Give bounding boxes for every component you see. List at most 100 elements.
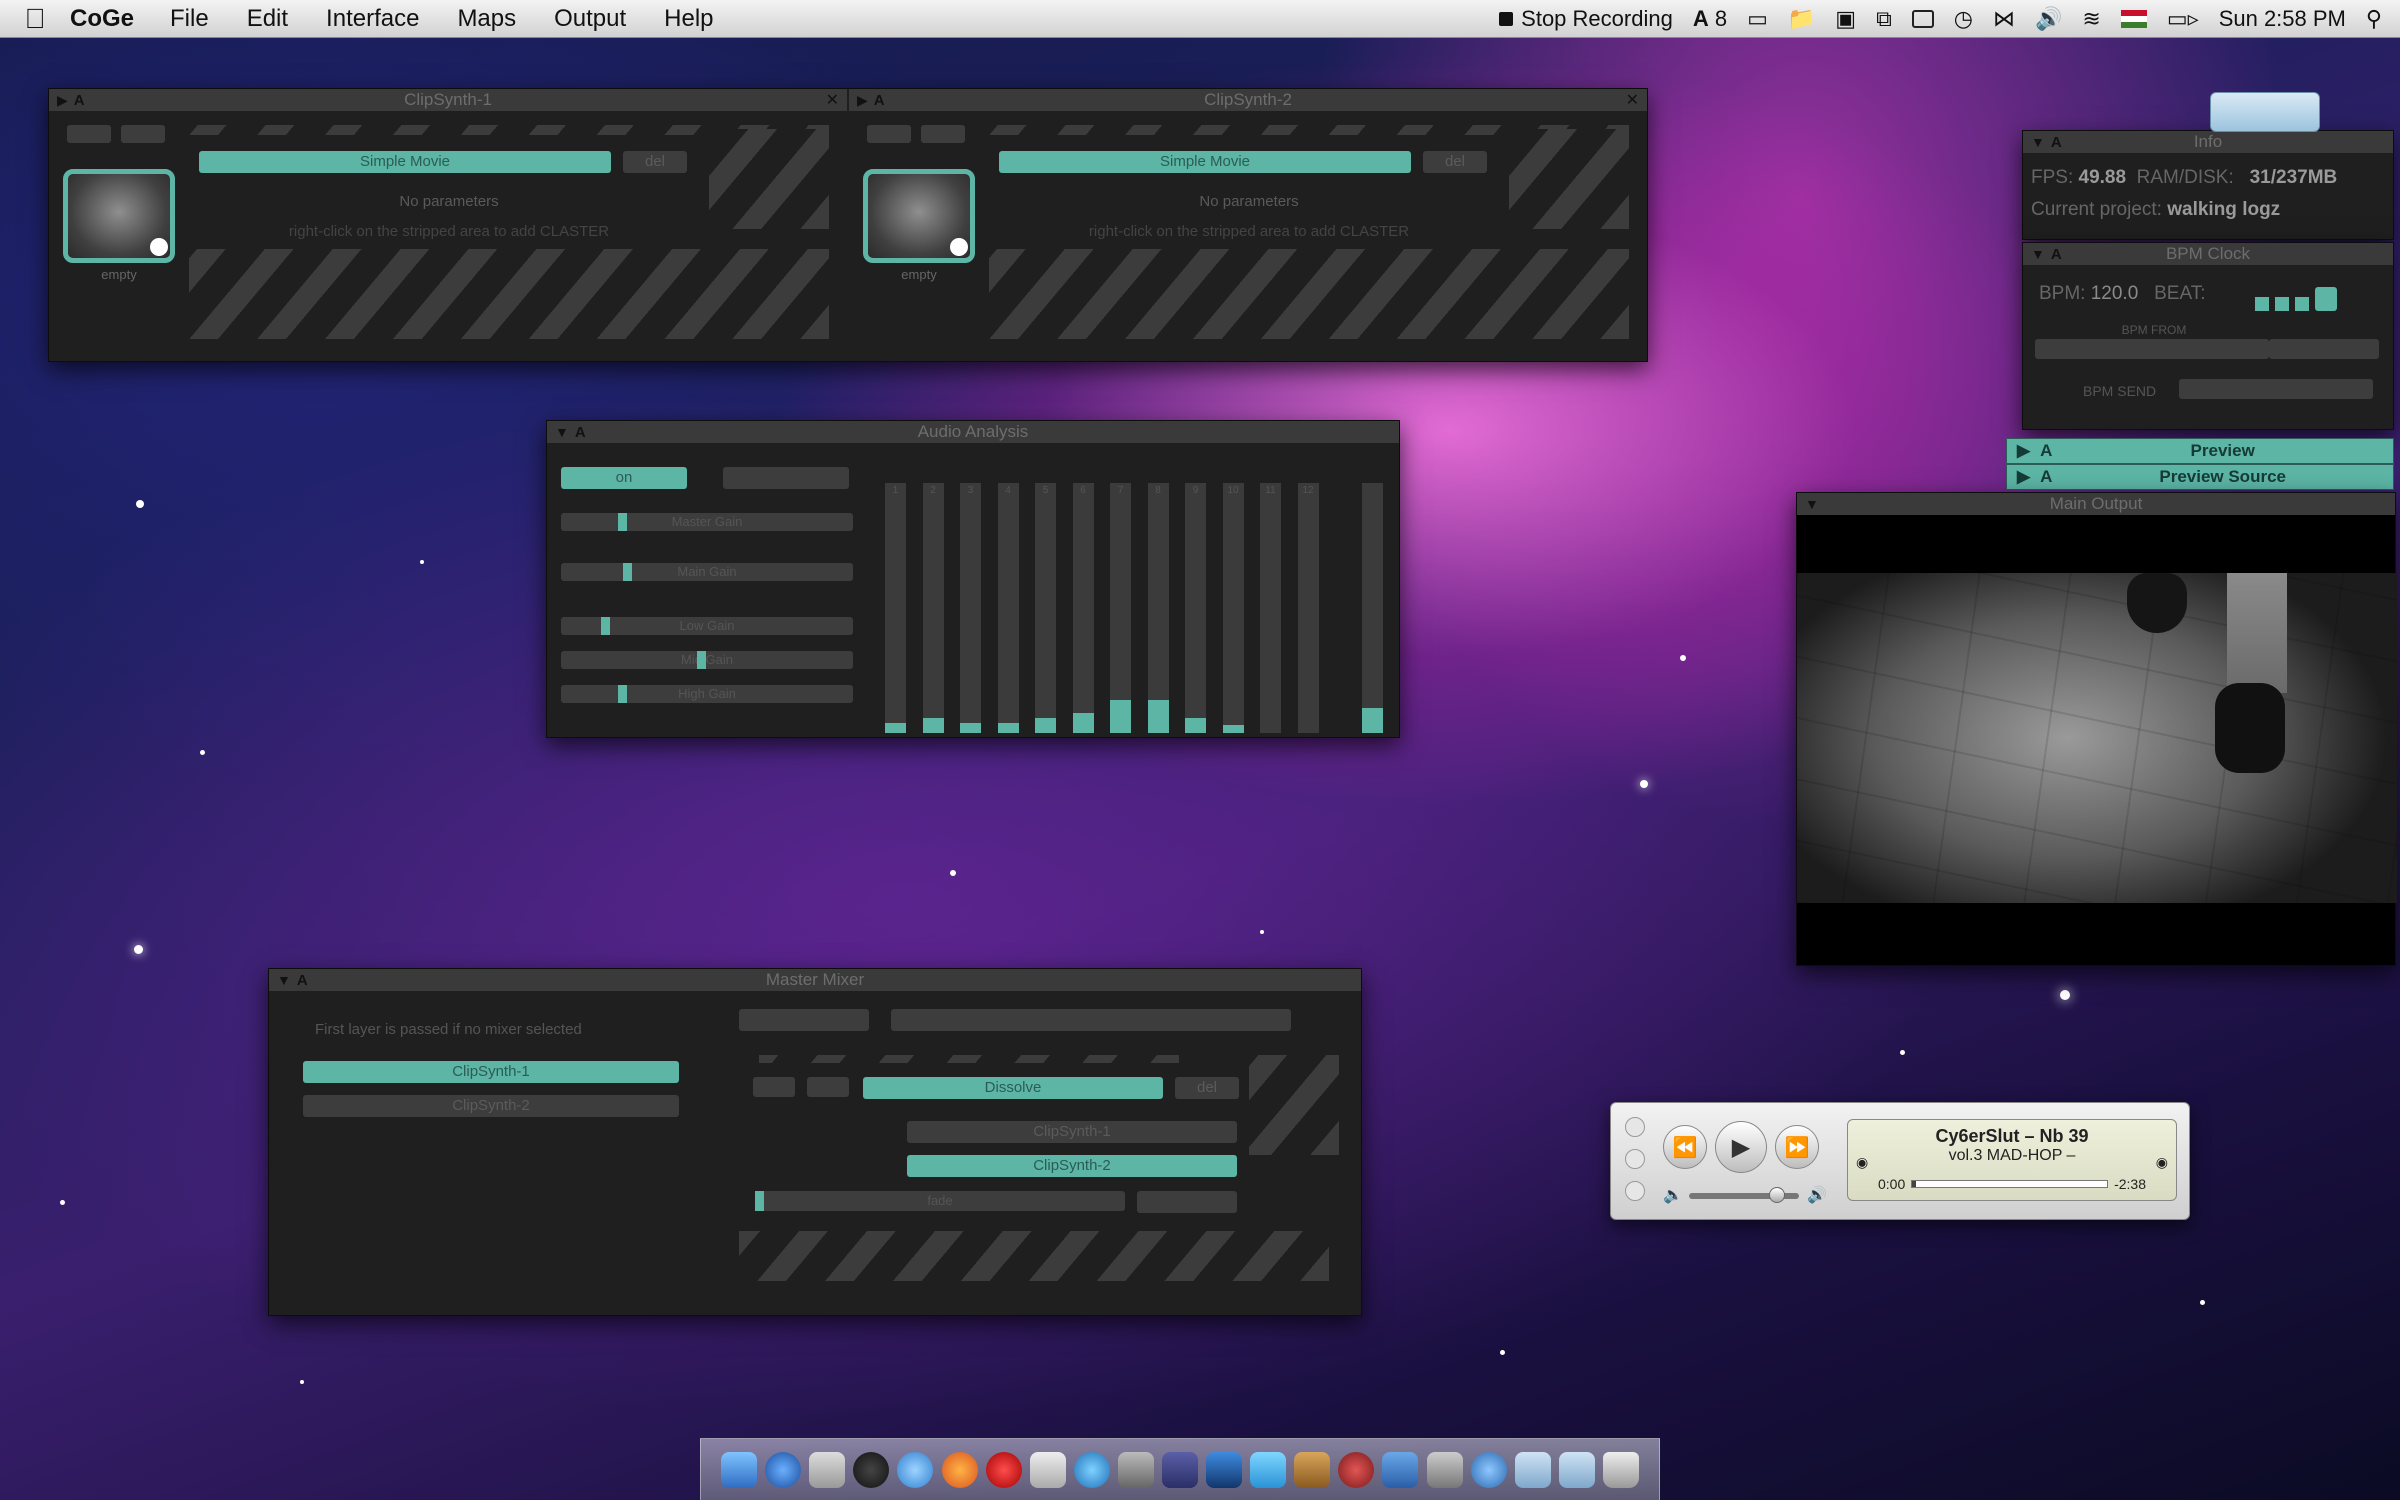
volume-icon[interactable]: 🔊 <box>2035 6 2062 32</box>
expand-arrow-icon[interactable]: ▶ <box>2017 467 2030 487</box>
gain-slider[interactable]: Main Gain <box>561 563 853 581</box>
clipsynth-1-thumbnail[interactable] <box>63 169 175 263</box>
band-bar[interactable]: 2 <box>922 483 944 733</box>
opera-icon[interactable] <box>985 1451 1022 1488</box>
band-bar[interactable]: 8 <box>1147 483 1169 733</box>
finder-icon[interactable] <box>721 1451 758 1488</box>
mixer-delete-button[interactable]: del <box>1175 1077 1239 1099</box>
mixer-layer-a-select[interactable]: ClipSynth-1 <box>907 1121 1237 1143</box>
adobe-menu-item[interactable]: A 8 <box>1693 6 1727 32</box>
audio-on-toggle[interactable]: on <box>561 467 687 489</box>
clipsynth-2-prev-button[interactable] <box>867 125 911 143</box>
mixer-mode-select[interactable] <box>891 1009 1291 1031</box>
bpm-tap-button[interactable] <box>2269 339 2379 359</box>
xcode-icon[interactable] <box>1382 1451 1419 1488</box>
after-effects-icon[interactable] <box>1161 1451 1198 1488</box>
band-bar[interactable]: 9 <box>1185 483 1206 733</box>
time-machine-icon[interactable]: ◷ <box>1954 6 1973 32</box>
menu-interface[interactable]: Interface <box>326 5 419 33</box>
quicktime-icon[interactable] <box>1470 1451 1507 1488</box>
bluetooth-icon[interactable]: ⋈ <box>1993 6 2015 32</box>
clipsynth-1-side-strip[interactable] <box>709 129 829 229</box>
photoshop-icon[interactable] <box>1206 1451 1243 1488</box>
twitter-icon[interactable] <box>1250 1451 1287 1488</box>
mixer-fade-slider[interactable]: fade <box>755 1191 1125 1211</box>
collapse-arrow-icon[interactable]: ▼ <box>2031 246 2045 262</box>
trash-icon[interactable] <box>1602 1451 1639 1488</box>
close-window-button[interactable] <box>1625 1117 1645 1137</box>
collapse-arrow-icon[interactable]: ▼ <box>555 424 569 440</box>
screen-icon[interactable] <box>1911 9 1934 28</box>
clipsynth-1-delete-button[interactable]: del <box>623 151 687 173</box>
preview-source-bar[interactable]: ▶ A Preview Source <box>2006 464 2394 490</box>
band-bar[interactable]: 3 <box>960 483 981 733</box>
clipsynth-2-claster-area[interactable] <box>989 249 1629 339</box>
next-track-icon[interactable]: ◉ <box>2156 1154 2168 1171</box>
mixer-bottom-strip[interactable] <box>739 1231 1329 1281</box>
menu-edit[interactable]: Edit <box>247 5 288 33</box>
band-bar[interactable]: 6 <box>1072 483 1094 733</box>
menu-maps[interactable]: Maps <box>457 5 516 33</box>
minimize-window-button[interactable] <box>1625 1149 1645 1169</box>
apple-menu-icon[interactable]:  <box>0 3 70 35</box>
fade-slider-knob[interactable] <box>755 1191 764 1211</box>
gain-slider[interactable]: Low Gain <box>561 617 853 635</box>
band-bar[interactable]: 5 <box>1035 483 1056 733</box>
downloads-folder-icon[interactable] <box>1558 1451 1595 1488</box>
itunes-icon[interactable] <box>1073 1451 1110 1488</box>
collapse-arrow-icon[interactable]: ▶ <box>57 92 68 109</box>
menu-file[interactable]: File <box>170 5 209 33</box>
zoom-window-button[interactable] <box>1625 1181 1645 1201</box>
mixer-fade-value[interactable] <box>1137 1191 1237 1213</box>
audio-analysis-titlebar[interactable]: ▼ A Audio Analysis <box>547 421 1399 443</box>
gain-slider-knob[interactable] <box>618 685 627 703</box>
master-level-bar[interactable] <box>1362 483 1383 733</box>
address-book-icon[interactable] <box>1294 1451 1331 1488</box>
applications-folder-icon[interactable] <box>1514 1451 1551 1488</box>
battery-icon[interactable]: ▭▹ <box>2167 6 2199 32</box>
safari-icon[interactable] <box>897 1451 934 1488</box>
gain-slider-knob[interactable] <box>697 651 706 669</box>
main-output-titlebar[interactable]: ▼ Main Output <box>1797 493 2395 515</box>
dvd-icon[interactable] <box>853 1451 890 1488</box>
hard-drive-icon[interactable] <box>2210 92 2320 132</box>
clipsynth-2-next-button[interactable] <box>921 125 965 143</box>
clipsynth-2-thumbnail[interactable] <box>863 169 975 263</box>
system-preferences-icon[interactable] <box>1117 1451 1154 1488</box>
gain-slider-knob[interactable] <box>601 617 610 635</box>
clipsynth-1-claster-area[interactable] <box>189 249 829 339</box>
band-bar[interactable]: 1 <box>885 483 906 733</box>
network-icon[interactable] <box>765 1451 802 1488</box>
stop-recording-item[interactable]: Stop Recording <box>1499 6 1673 32</box>
mixer-layer-1[interactable]: ClipSynth-1 <box>303 1061 679 1083</box>
fast-forward-button[interactable]: ⏩ <box>1775 1125 1819 1169</box>
mixer-effect-button[interactable]: Dissolve <box>863 1077 1163 1099</box>
volume-slider[interactable] <box>1689 1187 1799 1203</box>
utility-icon[interactable] <box>1426 1451 1463 1488</box>
band-bar[interactable]: 12 <box>1297 483 1319 733</box>
clipsynth-1-effect-button[interactable]: Simple Movie <box>199 151 611 173</box>
gain-slider-knob[interactable] <box>623 563 632 581</box>
rewind-button[interactable]: ⏪ <box>1663 1125 1707 1169</box>
coge-icon[interactable] <box>1338 1451 1375 1488</box>
preview-bar[interactable]: ▶ A Preview <box>2006 438 2394 464</box>
windows-icon[interactable]: ⧉ <box>1876 6 1892 32</box>
expand-arrow-icon[interactable]: ▶ <box>2017 441 2030 461</box>
mixer-layer-b-select[interactable]: ClipSynth-2 <box>907 1155 1237 1177</box>
gain-slider[interactable]: Mid Gain <box>561 651 853 669</box>
app-menu[interactable]: CoGe <box>70 5 134 33</box>
preview-app-icon[interactable] <box>1029 1451 1066 1488</box>
play-button[interactable]: ▶ <box>1715 1121 1767 1173</box>
menubar-clock[interactable]: Sun 2:58 PM <box>2219 6 2346 32</box>
mixer-prev-button[interactable] <box>753 1077 795 1097</box>
mixer-next-button[interactable] <box>807 1077 849 1097</box>
gain-slider[interactable]: Master Gain <box>561 513 853 531</box>
firefox-icon[interactable] <box>941 1451 978 1488</box>
gain-slider[interactable]: High Gain <box>561 685 853 703</box>
wifi-icon[interactable]: ≋ <box>2082 6 2100 32</box>
progress-bar[interactable] <box>1911 1180 2109 1188</box>
collapse-arrow-icon[interactable]: ▶ <box>857 92 868 109</box>
band-bar[interactable]: 4 <box>997 483 1019 733</box>
gain-slider-knob[interactable] <box>618 513 627 531</box>
info-titlebar[interactable]: ▼ A Info <box>2023 131 2393 153</box>
